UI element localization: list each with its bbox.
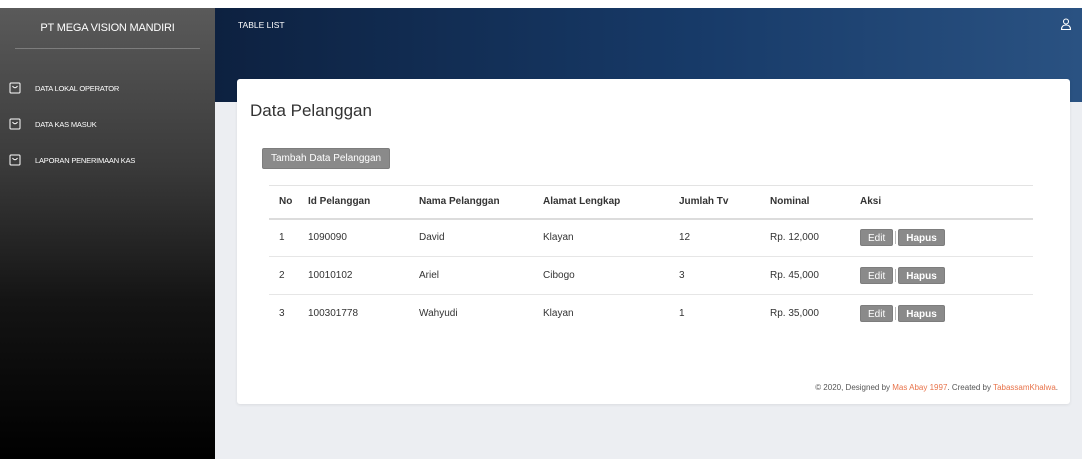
cell-aksi: Edit Hapus bbox=[850, 256, 1033, 295]
cell-aksi: Edit Hapus bbox=[850, 218, 1033, 257]
sidebar: PT MEGA VISION MANDIRI DATA LOKAL OPERAT… bbox=[0, 8, 215, 459]
cell-id: 10010102 bbox=[298, 256, 409, 295]
page-title: TABLE LIST bbox=[238, 20, 285, 30]
delete-button[interactable]: Hapus bbox=[898, 229, 945, 247]
sidebar-item-laporan-penerimaan-kas[interactable]: LAPORAN PENERIMAAN KAS bbox=[0, 142, 215, 178]
cell-nominal: Rp. 35,000 bbox=[770, 308, 819, 320]
table-row: 1 1090090 David Klayan 12 Rp. 12,000 Edi… bbox=[269, 218, 1033, 257]
column-header-alamat: Alamat Lengkap bbox=[533, 185, 669, 220]
cell-alamat: Klayan bbox=[533, 218, 669, 257]
card-title: Data Pelanggan bbox=[250, 101, 372, 120]
cell-nominal: Rp. 45,000 bbox=[760, 256, 850, 295]
table-header-row: No Id Pelanggan Nama Pelanggan Alamat Le… bbox=[269, 185, 1033, 220]
shopping-bag-icon bbox=[9, 154, 21, 166]
table-row: 2 10010102 Ariel Cibogo 3 Rp. 45,000 Edi… bbox=[269, 256, 1033, 295]
cell-nominal: Rp. 12,000 bbox=[760, 218, 850, 257]
shopping-bag-icon bbox=[9, 118, 21, 130]
cell-jumlah: 3 bbox=[669, 256, 760, 295]
footer-creator-link[interactable]: TabassamKhalwa bbox=[993, 383, 1056, 392]
delete-button[interactable]: Hapus bbox=[898, 305, 945, 323]
edit-button[interactable]: Edit bbox=[860, 305, 894, 323]
app-frame: PT MEGA VISION MANDIRI DATA LOKAL OPERAT… bbox=[0, 8, 1082, 459]
sidebar-item-data-lokal-operator[interactable]: DATA LOKAL OPERATOR bbox=[0, 70, 215, 106]
shopping-bag-icon bbox=[9, 82, 21, 94]
cell-nama: Ariel bbox=[409, 256, 533, 295]
button-divider bbox=[895, 269, 897, 282]
column-header-aksi: Aksi bbox=[850, 185, 1033, 220]
column-header-no: No bbox=[269, 185, 298, 220]
sidebar-item-label: DATA LOKAL OPERATOR bbox=[35, 83, 120, 93]
table-row: 3 100301778 Wahyudi Klayan 1 Rp. 35,000 … bbox=[269, 295, 1033, 333]
cell-aksi: Edit Hapus bbox=[850, 295, 1033, 333]
cell-nama: Wahyudi bbox=[419, 308, 458, 320]
cell-alamat: Cibogo bbox=[533, 256, 669, 295]
add-customer-button[interactable]: Tambah Data Pelanggan bbox=[262, 148, 391, 169]
brand-title: PT MEGA VISION MANDIRI bbox=[40, 22, 175, 34]
sidebar-item-data-kas-masuk[interactable]: DATA KAS MASUK bbox=[0, 106, 215, 142]
delete-button[interactable]: Hapus bbox=[898, 267, 945, 284]
column-header-id: Id Pelanggan bbox=[298, 185, 409, 220]
cell-id: 1090090 bbox=[298, 218, 409, 257]
footer-prefix: © 2020, Designed by bbox=[815, 383, 893, 392]
cell-no: 2 bbox=[269, 256, 298, 295]
cell-jumlah: 1 bbox=[679, 308, 685, 320]
cell-id: 100301778 bbox=[308, 308, 359, 320]
user-icon[interactable] bbox=[1060, 18, 1072, 30]
cell-no: 3 bbox=[279, 308, 285, 320]
button-divider bbox=[895, 307, 897, 321]
brand-divider bbox=[15, 48, 200, 49]
column-header-jumlah: Jumlah Tv bbox=[669, 185, 760, 220]
cell-no: 1 bbox=[269, 218, 298, 257]
sidebar-item-label: DATA KAS MASUK bbox=[35, 119, 97, 129]
edit-button[interactable]: Edit bbox=[860, 267, 894, 284]
sidebar-item-label: LAPORAN PENERIMAAN KAS bbox=[35, 155, 136, 165]
footer-middle: . Created by bbox=[947, 383, 994, 392]
cell-nama: David bbox=[409, 218, 533, 257]
sidebar-nav: DATA LOKAL OPERATOR DATA KAS MASUK LAPOR… bbox=[0, 70, 215, 178]
content-card: Data Pelanggan Tambah Data Pelanggan No … bbox=[237, 79, 1070, 404]
column-header-nama: Nama Pelanggan bbox=[409, 185, 533, 220]
footer-credits: © 2020, Designed by Mas Abay 1997. Creat… bbox=[815, 383, 1058, 392]
customer-table: No Id Pelanggan Nama Pelanggan Alamat Le… bbox=[269, 185, 1033, 333]
footer-designer-link[interactable]: Mas Abay 1997 bbox=[892, 383, 947, 392]
cell-jumlah: 12 bbox=[669, 218, 760, 257]
edit-button[interactable]: Edit bbox=[860, 229, 894, 247]
column-header-nominal: Nominal bbox=[760, 185, 850, 220]
button-divider bbox=[895, 231, 897, 245]
cell-alamat: Klayan bbox=[543, 308, 574, 320]
footer-suffix: . bbox=[1055, 383, 1058, 392]
